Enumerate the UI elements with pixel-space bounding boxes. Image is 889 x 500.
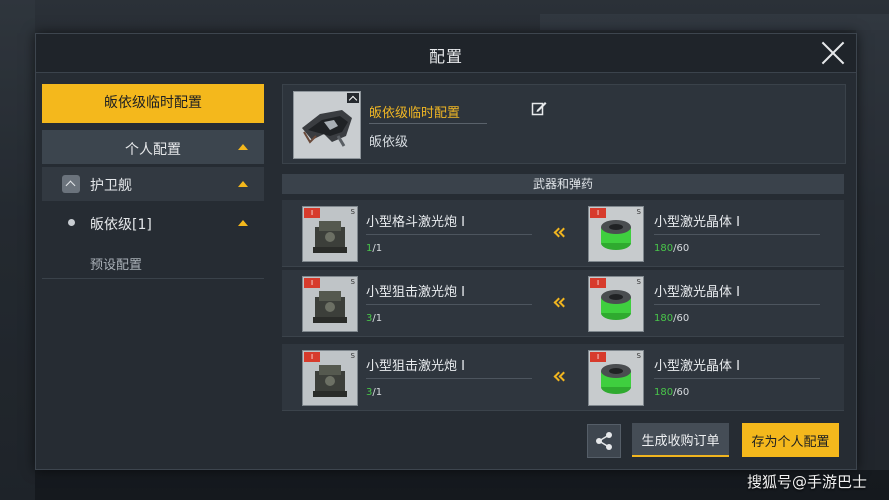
- watermark: 搜狐号@手游巴士: [746, 473, 867, 491]
- window-title: 配置: [428, 47, 463, 66]
- divider: [654, 234, 820, 235]
- ship-class-icon: [62, 175, 80, 193]
- size-label-icon: S: [636, 208, 641, 216]
- ammo-slot[interactable]: I S: [588, 350, 644, 406]
- config-name: 皈依级临时配置: [369, 106, 461, 121]
- ammo-count: 180/60: [654, 313, 690, 324]
- divider: [366, 304, 532, 305]
- preset-config-label: 预设配置: [90, 258, 143, 273]
- config-window: 配置 皈依级临时配置 个人配置 护卫舰 皈依级[1] 预设配置 皈依级临时配置 …: [35, 33, 857, 470]
- preset-config-item[interactable]: 预设配置: [42, 246, 264, 279]
- divider: [654, 304, 820, 305]
- divider: [366, 234, 532, 235]
- weapon-name: 小型格斗激光炮 I: [366, 215, 465, 230]
- size-label-icon: S: [636, 278, 641, 286]
- share-button[interactable]: [587, 424, 621, 458]
- collapse-arrow-icon: [238, 181, 248, 187]
- expand-chevron-icon[interactable]: [347, 93, 359, 103]
- background-structure: [540, 14, 889, 30]
- size-label-icon: S: [350, 352, 355, 360]
- weapon-row: I S 小型格斗激光炮 I 1/1 I S 小型激光晶体 I 180/60: [282, 200, 844, 267]
- ammo-name: 小型激光晶体 I: [654, 359, 740, 374]
- ammo-slot[interactable]: I S: [588, 206, 644, 262]
- config-header-panel: 皈依级临时配置 皈依级: [282, 84, 846, 164]
- personal-config-header[interactable]: 个人配置: [42, 130, 264, 164]
- weapon-count: 3/1: [366, 313, 383, 324]
- fill-ammo-arrow-icon[interactable]: [552, 370, 566, 384]
- close-icon[interactable]: [820, 40, 846, 66]
- ammo-name: 小型激光晶体 I: [654, 285, 740, 300]
- ammo-slot[interactable]: I S: [588, 276, 644, 332]
- size-label-icon: S: [350, 208, 355, 216]
- weapon-row: I S 小型狙击激光炮 I 3/1 I S 小型激光晶体 I 180/60: [282, 344, 844, 411]
- slot-tag-icon: I: [590, 352, 606, 362]
- background-structure: [0, 0, 35, 500]
- share-icon: [596, 432, 612, 450]
- weapons-section-title: 武器和弹药: [282, 174, 844, 194]
- fill-ammo-arrow-icon[interactable]: [552, 226, 566, 240]
- weapon-slot[interactable]: I S: [302, 350, 358, 406]
- ship-class-frigate[interactable]: 护卫舰: [42, 167, 264, 201]
- weapon-count: 3/1: [366, 387, 383, 398]
- fill-ammo-arrow-icon[interactable]: [552, 296, 566, 310]
- weapon-count: 1/1: [366, 243, 383, 254]
- weapon-row: I S 小型狙击激光炮 I 3/1 I S 小型激光晶体 I 180/60: [282, 270, 844, 337]
- collapse-arrow-icon: [238, 220, 248, 226]
- size-label-icon: S: [636, 352, 641, 360]
- slot-tag-icon: I: [304, 352, 320, 362]
- ship-item-label: 皈依级[1]: [90, 217, 152, 233]
- size-label-icon: S: [350, 278, 355, 286]
- personal-config-label: 个人配置: [125, 142, 181, 158]
- slot-tag-icon: I: [590, 278, 606, 288]
- divider: [369, 123, 487, 124]
- slot-tag-icon: I: [304, 278, 320, 288]
- temp-config-button[interactable]: 皈依级临时配置: [42, 84, 264, 123]
- bullet-icon: [68, 219, 75, 226]
- slot-tag-icon: I: [590, 208, 606, 218]
- collapse-arrow-icon: [238, 144, 248, 150]
- weapon-slot[interactable]: I S: [302, 276, 358, 332]
- background-structure: [856, 30, 889, 470]
- ship-thumbnail[interactable]: [293, 91, 361, 159]
- edit-icon[interactable]: [531, 100, 547, 116]
- divider: [366, 378, 532, 379]
- save-personal-config-button[interactable]: 存为个人配置: [742, 423, 839, 457]
- ship-class-label: 护卫舰: [90, 178, 132, 194]
- weapon-name: 小型狙击激光炮 I: [366, 285, 465, 300]
- divider: [654, 378, 820, 379]
- ammo-count: 180/60: [654, 243, 690, 254]
- config-ship-name: 皈依级: [369, 135, 409, 150]
- create-buy-order-button[interactable]: 生成收购订单: [632, 423, 729, 457]
- ammo-count: 180/60: [654, 387, 690, 398]
- weapon-slot[interactable]: I S: [302, 206, 358, 262]
- ship-item[interactable]: 皈依级[1]: [42, 206, 264, 240]
- title-bar: 配置: [36, 34, 856, 73]
- weapon-name: 小型狙击激光炮 I: [366, 359, 465, 374]
- ammo-name: 小型激光晶体 I: [654, 215, 740, 230]
- slot-tag-icon: I: [304, 208, 320, 218]
